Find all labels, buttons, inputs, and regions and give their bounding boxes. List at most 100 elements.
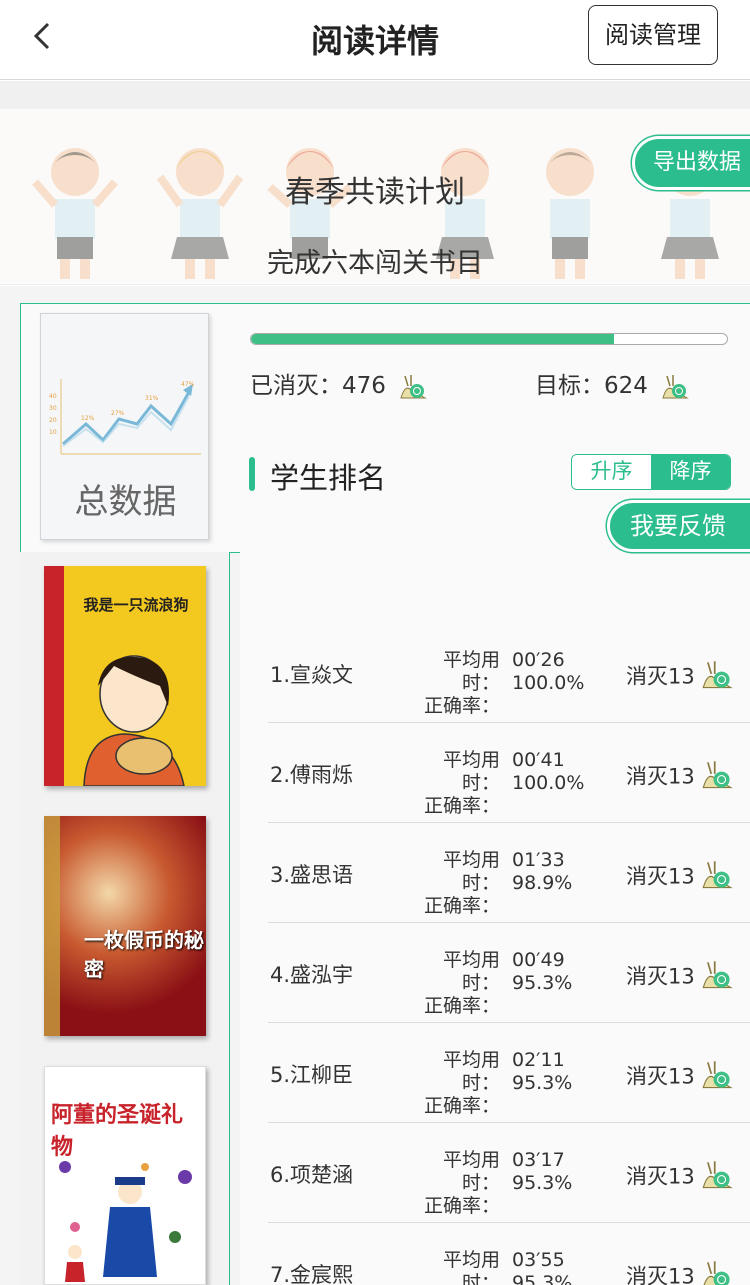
ranking-row[interactable]: 1.宣焱文 平均用时： 正确率： 00′26 100.0% 消灭13 bbox=[268, 623, 750, 723]
killed-label: 已消灭： bbox=[250, 373, 342, 399]
killed-value: 476 bbox=[342, 373, 386, 399]
metric-values: 03′55 95.3% bbox=[512, 1249, 572, 1285]
accuracy-label: 正确率： bbox=[423, 1195, 500, 1217]
plan-banner: 春季共读计划 完成六本闯关书目 导出数据 bbox=[0, 109, 750, 285]
kill-count: 消灭13 bbox=[626, 1257, 733, 1285]
sort-descending-button[interactable]: 降序 bbox=[651, 455, 730, 489]
summary-label: 总数据 bbox=[74, 482, 177, 522]
avg-time-value: 00′49 bbox=[512, 949, 565, 971]
student-name: 2.傅雨烁 bbox=[270, 763, 354, 787]
mini-line-chart-icon: 40 30 20 10 12% 27% 31% 47% bbox=[49, 379, 201, 455]
avg-time-value: 02′11 bbox=[512, 1049, 565, 1071]
svg-text:20: 20 bbox=[49, 417, 57, 424]
metric-values: 00′41 100.0% bbox=[512, 749, 584, 795]
snail-icon bbox=[662, 374, 690, 398]
accuracy-label: 正确率： bbox=[423, 1095, 500, 1117]
avg-time-value: 01′33 bbox=[512, 849, 565, 871]
metric-values: 01′33 98.9% bbox=[512, 849, 572, 895]
metric-labels: 平均用时：正确率： bbox=[408, 1149, 500, 1218]
target-label: 目标： bbox=[535, 373, 604, 399]
avg-time-value: 03′55 bbox=[512, 1249, 565, 1271]
sort-ascending-button[interactable]: 升序 bbox=[572, 455, 651, 489]
snail-icon bbox=[400, 374, 428, 398]
metric-values: 02′11 95.3% bbox=[512, 1049, 572, 1095]
accuracy-label: 正确率： bbox=[423, 695, 500, 717]
avg-time-label: 平均用时： bbox=[442, 1249, 500, 1285]
snail-icon bbox=[703, 1261, 730, 1285]
chart-point-label: 31% bbox=[145, 395, 159, 402]
avg-time-label: 平均用时： bbox=[442, 949, 500, 994]
kill-count: 消灭13 bbox=[626, 957, 734, 998]
feedback-button[interactable]: 我要反馈 bbox=[607, 500, 750, 552]
avg-time-label: 平均用时： bbox=[442, 1049, 500, 1094]
metric-labels: 平均用时：正确率： bbox=[408, 1249, 500, 1285]
accuracy-value: 100.0% bbox=[512, 772, 585, 794]
chart-point-label: 12% bbox=[81, 415, 95, 422]
metric-values: 00′49 95.3% bbox=[512, 949, 572, 995]
metric-labels: 平均用时：正确率： bbox=[408, 649, 500, 718]
book-cover[interactable]: 一枚假币的秘密 bbox=[44, 816, 206, 1036]
metric-labels: 平均用时：正确率： bbox=[408, 849, 500, 918]
kill-count: 消灭13 bbox=[626, 857, 734, 898]
snail-icon bbox=[702, 861, 734, 889]
svg-text:10: 10 bbox=[49, 429, 57, 436]
summary-data-card[interactable]: 40 30 20 10 12% 27% 31% 47% 总数据 bbox=[40, 313, 209, 540]
svg-text:30: 30 bbox=[49, 405, 57, 412]
kill-count: 消灭13 bbox=[626, 1157, 734, 1198]
target-value: 624 bbox=[604, 373, 648, 399]
plan-subtitle: 完成六本闯关书目 bbox=[267, 248, 483, 279]
kill-count: 消灭13 bbox=[626, 1057, 734, 1098]
kill-count: 消灭13 bbox=[626, 657, 734, 698]
ranking-row[interactable]: 4.盛泓宇 平均用时： 正确率： 00′49 95.3% 消灭13 bbox=[268, 923, 750, 1023]
snail-icon bbox=[702, 1161, 734, 1189]
avg-time-label: 平均用时： bbox=[442, 749, 500, 794]
kill-count-text: 消灭13 bbox=[626, 664, 695, 689]
kill-count-text: 消灭13 bbox=[626, 1064, 695, 1089]
reading-manage-button[interactable]: 阅读管理 bbox=[588, 5, 718, 65]
accuracy-value: 95.3% bbox=[512, 1172, 573, 1194]
snail-icon bbox=[702, 761, 734, 789]
progress-fill bbox=[251, 334, 615, 344]
accuracy-label: 正确率： bbox=[423, 895, 500, 917]
kill-count-text: 消灭13 bbox=[626, 1264, 695, 1285]
ranking-row[interactable]: 5.江柳臣 平均用时： 正确率： 02′11 95.3% 消灭13 bbox=[268, 1023, 750, 1123]
ranking-row[interactable]: 6.项楚涵 平均用时： 正确率： 03′17 95.3% 消灭13 bbox=[268, 1123, 750, 1223]
metric-labels: 平均用时：正确率： bbox=[408, 949, 500, 1018]
divider-gap bbox=[0, 81, 750, 109]
student-name: 3.盛思语 bbox=[270, 863, 354, 887]
ranking-row[interactable]: 2.傅雨烁 平均用时： 正确率： 00′41 100.0% 消灭13 bbox=[268, 723, 750, 823]
chart-point-label: 27% bbox=[111, 410, 125, 417]
avg-time-value: 03′17 bbox=[512, 1149, 565, 1171]
kill-count-text: 消灭13 bbox=[626, 764, 695, 789]
metric-labels: 平均用时：正确率： bbox=[408, 1049, 500, 1118]
book-cover[interactable]: 阿董的圣诞礼物 bbox=[44, 1066, 206, 1285]
snail-icon bbox=[702, 1061, 734, 1089]
section-accent-bar bbox=[249, 457, 255, 491]
ranking-row[interactable]: 7.金宸熙 平均用时：正确率： 03′5595.3% 消灭13 bbox=[268, 1223, 750, 1285]
student-name: 7.金宸熙 bbox=[270, 1263, 354, 1285]
metric-values: 00′26 100.0% bbox=[512, 649, 584, 695]
student-name: 6.项楚涵 bbox=[270, 1163, 354, 1187]
avg-time-value: 00′41 bbox=[512, 749, 565, 771]
avg-time-label: 平均用时： bbox=[442, 849, 500, 894]
accuracy-value: 100.0% bbox=[512, 672, 585, 694]
export-data-button[interactable]: 导出数据 bbox=[632, 136, 750, 190]
chart-point-label: 47% bbox=[181, 381, 195, 388]
sort-toggle: 升序 降序 bbox=[571, 454, 731, 490]
ranking-title: 学生排名 bbox=[270, 461, 387, 495]
ranking-row[interactable]: 3.盛思语 平均用时： 正确率： 01′33 98.9% 消灭13 bbox=[268, 823, 750, 923]
metric-values: 03′17 95.3% bbox=[512, 1149, 572, 1195]
book-title: 我是一只流浪狗 bbox=[83, 596, 189, 614]
kill-count-text: 消灭13 bbox=[626, 964, 695, 989]
avg-time-label: 平均用时： bbox=[442, 1149, 500, 1194]
accuracy-value: 95.3% bbox=[512, 1072, 573, 1094]
killed-stat: 已消灭：476 bbox=[250, 366, 428, 402]
progress-bar bbox=[250, 333, 728, 345]
kill-count: 消灭13 bbox=[626, 757, 734, 798]
snail-icon bbox=[702, 961, 734, 989]
accuracy-value: 95.3% bbox=[512, 972, 573, 994]
target-stat: 目标：624 bbox=[535, 366, 690, 402]
top-bar: 阅读详情 阅读管理 bbox=[0, 0, 750, 80]
metric-labels: 平均用时：正确率： bbox=[408, 749, 500, 818]
book-cover[interactable]: 我是一只流浪狗 bbox=[44, 566, 206, 786]
